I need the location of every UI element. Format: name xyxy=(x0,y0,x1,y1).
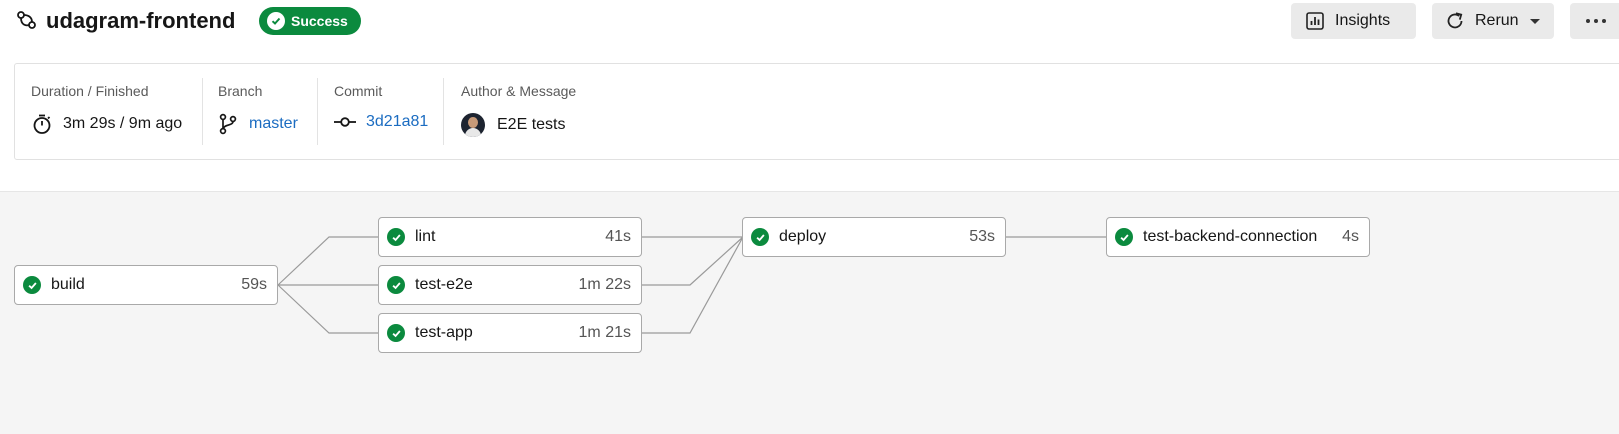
job-name: test-backend-connection xyxy=(1143,228,1318,245)
commit-link[interactable]: 3d21a81 xyxy=(366,113,428,131)
job-name: deploy xyxy=(779,228,827,245)
success-check-icon xyxy=(387,228,405,246)
success-check-icon xyxy=(387,276,405,294)
commit-value-row[interactable]: 3d21a81 xyxy=(334,113,428,131)
divider xyxy=(317,78,318,145)
commit-message: E2E tests xyxy=(497,116,566,133)
job-duration: 59s xyxy=(241,276,267,293)
check-circle-icon xyxy=(267,12,285,30)
job-lint[interactable]: lint 41s xyxy=(378,217,642,257)
job-name: test-app xyxy=(415,324,473,341)
job-duration: 1m 21s xyxy=(578,324,631,341)
duration-value: 3m 29s / 9m ago xyxy=(63,115,183,132)
more-actions-button[interactable] xyxy=(1570,3,1619,39)
divider xyxy=(443,78,444,145)
rerun-icon xyxy=(1447,12,1463,29)
duration-section: Duration / Finished 3m 29s / 9m ago xyxy=(31,64,191,159)
branch-icon xyxy=(219,113,237,135)
status-badge: Success xyxy=(259,7,361,35)
success-check-icon xyxy=(751,228,769,246)
duration-value-row: 3m 29s / 9m ago xyxy=(31,113,182,135)
status-label: Success xyxy=(291,13,348,29)
job-name: lint xyxy=(415,228,436,245)
insights-label: Insights xyxy=(1335,12,1391,29)
rerun-button[interactable]: Rerun xyxy=(1432,3,1554,39)
divider xyxy=(202,78,203,145)
commit-icon xyxy=(334,117,356,127)
branch-section: Branch master xyxy=(218,64,318,159)
job-deploy[interactable]: deploy 53s xyxy=(742,217,1006,257)
job-duration: 53s xyxy=(969,228,995,245)
success-check-icon xyxy=(387,324,405,342)
workflow-icon xyxy=(17,11,36,29)
workflow-graph: build 59s lint 41s test-e2e 1m 22s test-… xyxy=(0,191,1619,434)
avatar[interactable] xyxy=(461,113,485,137)
stopwatch-icon xyxy=(33,114,51,134)
job-test-app[interactable]: test-app 1m 21s xyxy=(378,313,642,353)
success-check-icon xyxy=(1115,228,1133,246)
insights-button[interactable]: Insights xyxy=(1291,3,1416,39)
success-check-icon xyxy=(23,276,41,294)
job-test-e2e[interactable]: test-e2e 1m 22s xyxy=(378,265,642,305)
branch-value-row[interactable]: master xyxy=(218,113,298,135)
job-duration: 41s xyxy=(605,228,631,245)
workflow-info-card: Duration / Finished 3m 29s / 9m ago Bran… xyxy=(14,63,1619,160)
job-duration: 4s xyxy=(1342,228,1359,245)
commit-label: Commit xyxy=(334,83,383,99)
job-test-backend-connection[interactable]: test-backend-connection 4s xyxy=(1106,217,1370,257)
author-label: Author & Message xyxy=(461,83,577,99)
author-section: Author & Message E2E tests xyxy=(461,64,661,159)
branch-link[interactable]: master xyxy=(249,115,298,133)
job-name: build xyxy=(51,276,85,293)
insights-icon xyxy=(1306,12,1324,30)
more-horizontal-icon xyxy=(1586,19,1606,23)
workflow-header: udagram-frontend Success Insights Rerun xyxy=(0,0,1619,60)
page-title: udagram-frontend xyxy=(46,8,236,33)
job-build[interactable]: build 59s xyxy=(14,265,278,305)
author-value-row: E2E tests xyxy=(461,113,565,137)
rerun-label: Rerun xyxy=(1475,12,1519,29)
commit-section: Commit 3d21a81 xyxy=(334,64,444,159)
job-name: test-e2e xyxy=(415,276,473,293)
branch-label: Branch xyxy=(218,83,263,99)
duration-label: Duration / Finished xyxy=(31,83,149,99)
job-duration: 1m 22s xyxy=(578,276,631,293)
chevron-down-icon xyxy=(1529,18,1540,24)
